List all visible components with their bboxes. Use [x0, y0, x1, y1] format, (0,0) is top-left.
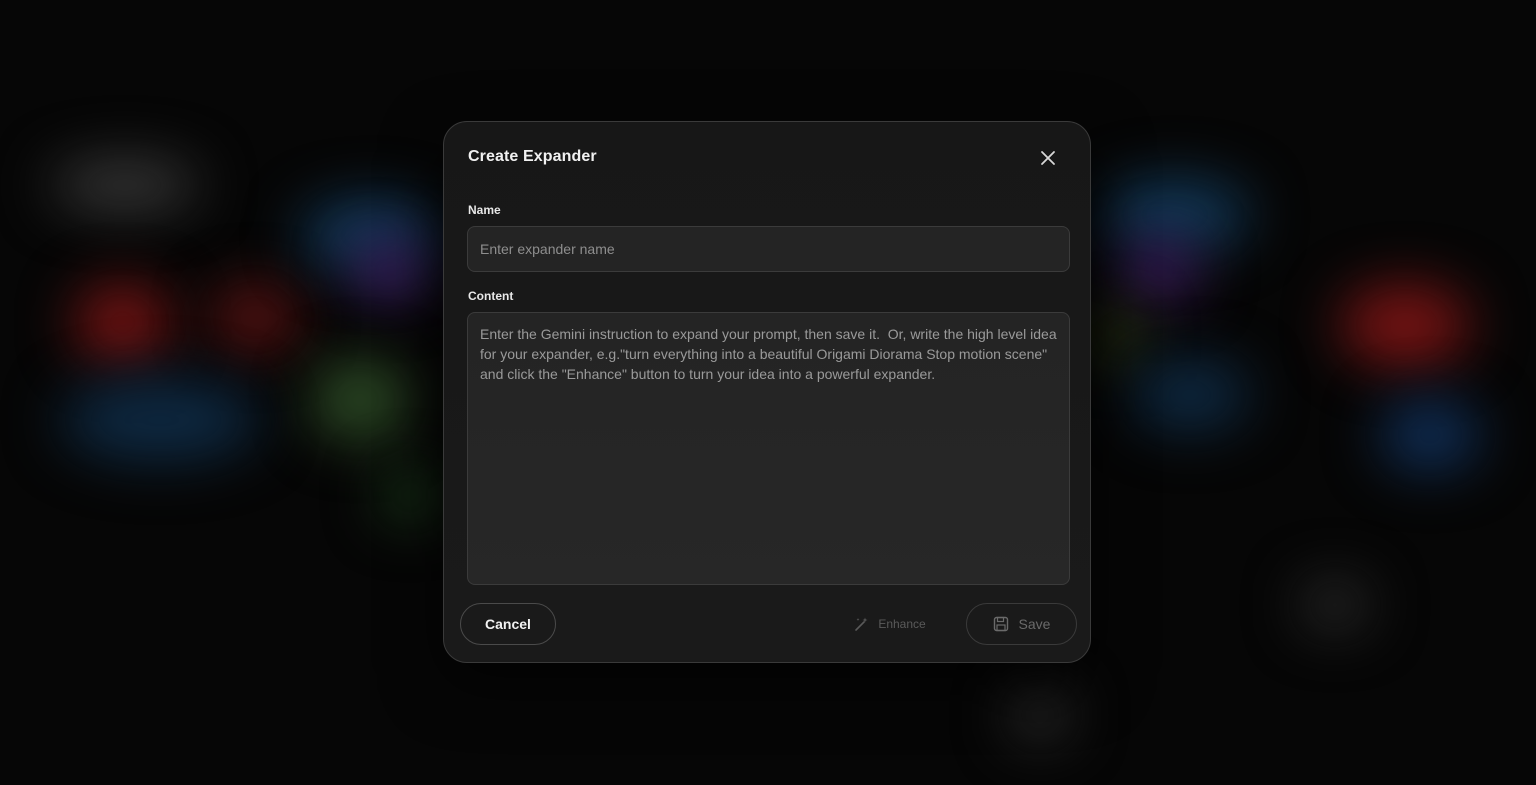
create-expander-dialog: Create Expander Name Content Cancel Enha… — [443, 121, 1091, 663]
background-blob — [1340, 285, 1470, 365]
background-blob — [1100, 180, 1250, 250]
name-label: Name — [468, 203, 501, 217]
save-label: Save — [1018, 616, 1051, 632]
background-blob — [1100, 310, 1140, 360]
background-blob — [1010, 690, 1070, 740]
background-blob — [380, 470, 440, 520]
background-blob — [1130, 360, 1250, 430]
content-textarea[interactable] — [467, 312, 1070, 585]
background-blob — [310, 360, 410, 440]
name-input[interactable] — [467, 226, 1070, 272]
background-blob — [210, 285, 300, 350]
background-blob — [1380, 400, 1480, 470]
close-icon — [1041, 151, 1055, 165]
cancel-button[interactable]: Cancel — [460, 603, 556, 645]
background-blob — [50, 160, 200, 210]
save-button[interactable]: Save — [966, 603, 1077, 645]
close-button[interactable] — [1036, 146, 1060, 170]
enhance-label: Enhance — [878, 617, 926, 631]
magic-wand-icon — [855, 617, 868, 631]
dialog-title: Create Expander — [468, 148, 597, 165]
background-blob — [1300, 580, 1370, 630]
background-blob — [60, 380, 260, 460]
background-blob — [1120, 240, 1200, 300]
background-blob — [75, 285, 170, 360]
save-icon — [993, 616, 1008, 632]
enhance-button[interactable]: Enhance — [840, 603, 940, 645]
content-label: Content — [468, 289, 514, 303]
background-blob — [350, 240, 430, 300]
